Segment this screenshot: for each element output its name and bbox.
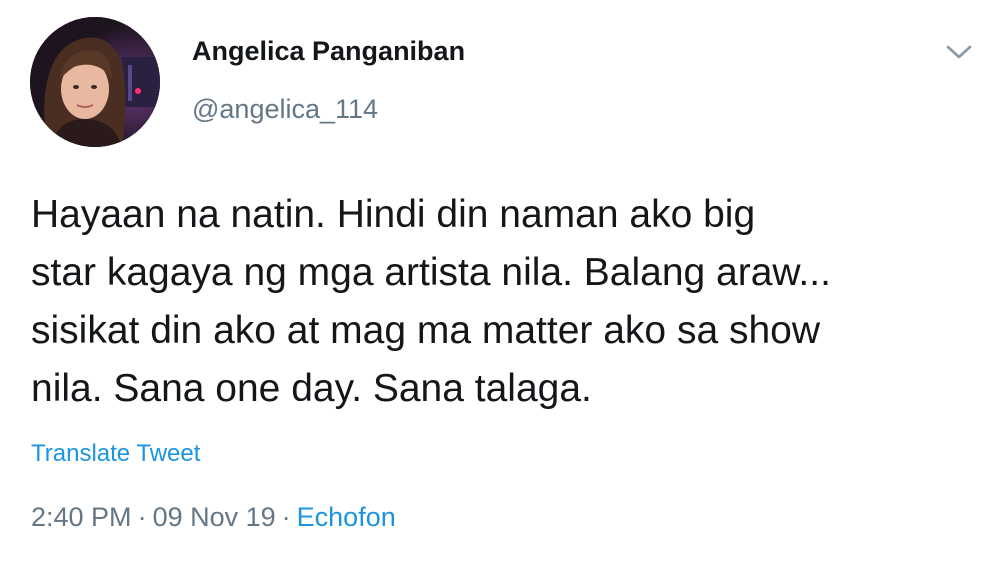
- tweet-time[interactable]: 2:40 PM: [31, 502, 132, 532]
- tweet-date[interactable]: 09 Nov 19: [153, 502, 276, 532]
- tweet-text-line: sisikat din ako at mag ma matter ako sa …: [31, 309, 821, 352]
- user-avatar[interactable]: [30, 17, 160, 147]
- chevron-down-icon: [946, 45, 972, 59]
- tweet-menu-button[interactable]: [942, 38, 976, 66]
- tweet-metadata: 2:40 PM · 09 Nov 19 · Echofon: [31, 502, 396, 533]
- avatar-photo-icon: [30, 17, 160, 147]
- tweet-text-line: star kagaya ng mga artista nila. Balang …: [31, 251, 831, 294]
- separator: ·: [281, 502, 291, 532]
- tweet-card: Angelica Panganiban @angelica_114 Hayaan…: [0, 0, 1000, 562]
- tweet-text-line: Hayaan na natin. Hindi din naman ako big: [31, 193, 756, 236]
- tweet-text: Hayaan na natin. Hindi din naman ako big…: [31, 186, 971, 418]
- translate-tweet-link[interactable]: Translate Tweet: [31, 440, 200, 468]
- display-name[interactable]: Angelica Panganiban: [192, 36, 465, 67]
- separator: ·: [137, 502, 147, 532]
- tweet-text-line: nila. Sana one day. Sana talaga.: [31, 367, 592, 410]
- user-handle[interactable]: @angelica_114: [192, 94, 378, 125]
- tweet-source-link[interactable]: Echofon: [297, 502, 396, 532]
